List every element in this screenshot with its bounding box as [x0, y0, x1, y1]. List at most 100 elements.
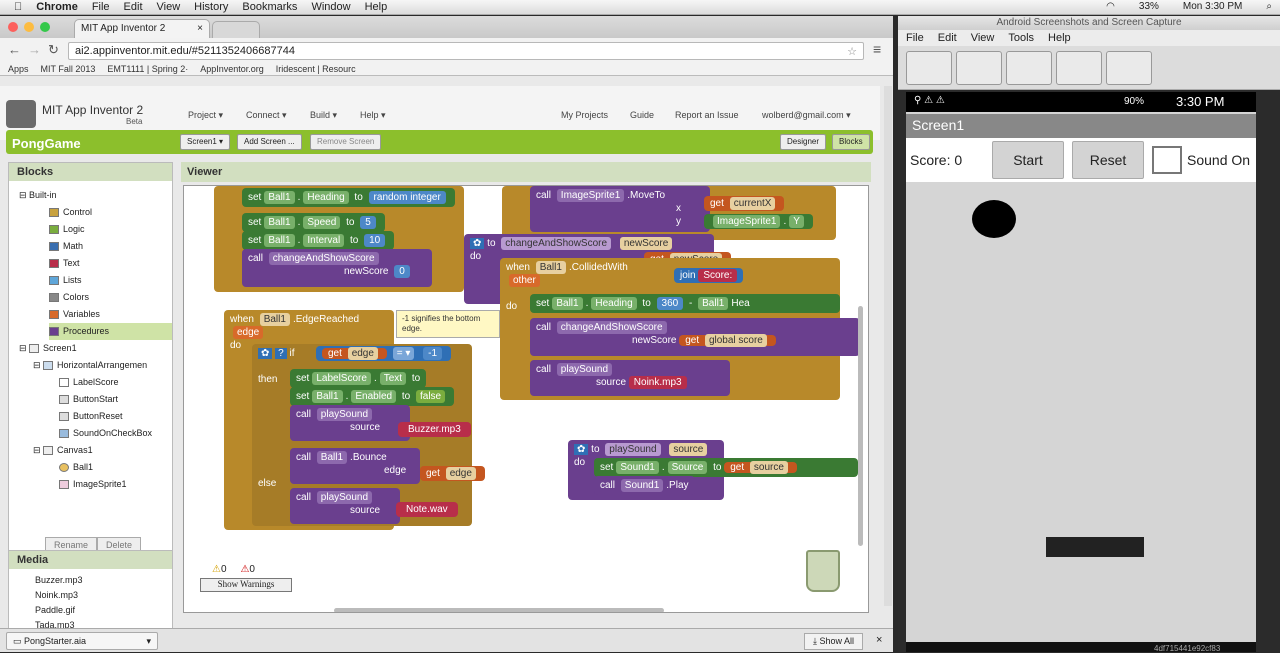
- get-edge-block[interactable]: get edge: [322, 347, 387, 360]
- tree-screen1[interactable]: ⊟ Screen1: [19, 340, 172, 357]
- category-text[interactable]: Text: [49, 255, 172, 272]
- param-newscore[interactable]: newScore: [619, 237, 673, 250]
- capture-menu-file[interactable]: File: [906, 32, 924, 44]
- battery-percent[interactable]: 33%: [1139, 1, 1159, 12]
- menu-view[interactable]: View: [157, 1, 181, 13]
- procedure-dd[interactable]: playSound: [316, 491, 373, 504]
- menu-app[interactable]: Chrome: [36, 1, 78, 13]
- variable-dd[interactable]: edge: [445, 467, 476, 480]
- bookmark-appinventor[interactable]: AppInventor.org: [200, 64, 264, 76]
- procedure-name[interactable]: changeAndShowScore: [501, 237, 612, 250]
- text-block[interactable]: Noink.mp3: [628, 376, 687, 389]
- media-file[interactable]: Paddle.gif: [35, 603, 172, 618]
- bookmark-emt[interactable]: EMT1111 | Spring 2·: [107, 64, 188, 76]
- designer-button[interactable]: Designer: [780, 134, 827, 150]
- reload-icon[interactable]: ↻: [48, 42, 59, 58]
- property-dd[interactable]: Y: [789, 215, 804, 228]
- category-lists[interactable]: Lists: [49, 272, 172, 289]
- get-edge2-block[interactable]: get edge: [420, 466, 485, 481]
- number-block[interactable]: 5: [360, 216, 376, 229]
- tab-app-inventor[interactable]: MIT App Inventor 2 ×: [74, 19, 210, 38]
- property-dd[interactable]: Heading: [303, 191, 349, 204]
- phone-start-button[interactable]: Start: [992, 141, 1064, 179]
- blocks-button[interactable]: Blocks: [832, 134, 870, 150]
- capture-menu-tools[interactable]: Tools: [1008, 32, 1034, 44]
- boolean-block[interactable]: false: [415, 390, 446, 403]
- property-dd[interactable]: Speed: [303, 216, 341, 229]
- phone-paddle[interactable]: [1046, 537, 1144, 557]
- apple-icon[interactable]: : [14, 1, 22, 13]
- workspace-h-scrollbar[interactable]: [334, 608, 664, 612]
- category-procedures[interactable]: Procedures: [49, 323, 172, 340]
- link-guide[interactable]: Guide: [630, 110, 654, 120]
- capture-menu-help[interactable]: Help: [1048, 32, 1071, 44]
- tree-builtin[interactable]: ⊟ Built-in: [19, 187, 172, 204]
- tree-soundon[interactable]: SoundOnCheckBox: [19, 425, 172, 442]
- menu-window[interactable]: Window: [311, 1, 350, 13]
- tree-buttonstart[interactable]: ButtonStart: [19, 391, 172, 408]
- bookmark-mit-fall[interactable]: MIT Fall 2013: [41, 64, 96, 76]
- menu-project[interactable]: Project ▾: [188, 110, 223, 121]
- close-download-bar-icon[interactable]: ×: [876, 634, 882, 646]
- get-source-block[interactable]: get source: [724, 461, 797, 474]
- component-dd[interactable]: Ball1: [259, 313, 290, 326]
- account-menu[interactable]: wolberd@gmail.com ▾: [762, 110, 851, 121]
- link-report-issue[interactable]: Report an Issue: [675, 110, 739, 120]
- set-enabled-block[interactable]: set Ball1. Enabled to false: [290, 387, 455, 406]
- procedure-dd[interactable]: playSound: [556, 363, 613, 376]
- operator-dd[interactable]: = ▾: [392, 347, 415, 360]
- component-dd[interactable]: Ball1: [535, 261, 566, 274]
- get-y-block[interactable]: ImageSprite1. Y: [704, 214, 813, 229]
- wifi-icon[interactable]: ◠: [1106, 1, 1115, 12]
- clock[interactable]: Mon 3:30 PM: [1183, 1, 1242, 12]
- component-dd[interactable]: Ball1: [264, 216, 295, 229]
- call-csh2-block[interactable]: call changeAndShowScore newScore get glob…: [530, 318, 860, 356]
- number-block[interactable]: 10: [364, 234, 386, 247]
- random-integer-block[interactable]: random integer: [368, 191, 446, 204]
- text-notewav[interactable]: Note.wav: [396, 502, 458, 517]
- procedure-dd[interactable]: playSound: [316, 408, 373, 421]
- set-heading2-block[interactable]: set Ball1. Heading to 360 - Ball1 Hea: [530, 294, 840, 313]
- remove-screen-button[interactable]: Remove Screen: [310, 134, 382, 150]
- folder-icon[interactable]: [1006, 51, 1052, 85]
- chrome-menu-icon[interactable]: ≡: [873, 41, 881, 57]
- param-edge[interactable]: edge: [233, 326, 264, 339]
- menu-file[interactable]: File: [92, 1, 110, 13]
- category-control[interactable]: Control: [49, 204, 172, 221]
- component-dd[interactable]: Ball1: [264, 191, 295, 204]
- media-file[interactable]: Buzzer.mp3: [35, 573, 172, 588]
- component-dd[interactable]: Ball1: [316, 451, 348, 464]
- menu-build[interactable]: Build ▾: [310, 110, 337, 121]
- variable-dd[interactable]: source: [749, 461, 788, 474]
- link-my-projects[interactable]: My Projects: [561, 110, 608, 120]
- menu-history[interactable]: History: [194, 1, 228, 13]
- blocks-workspace[interactable]: set Ball1. Heading to random integer set Ba…: [183, 185, 869, 613]
- compare-block[interactable]: get edge = ▾ -1: [316, 346, 452, 361]
- call-sound-play-block[interactable]: call Sound1 .Play: [594, 476, 695, 495]
- tree-ball1[interactable]: Ball1: [19, 459, 172, 476]
- call-moveto-block[interactable]: call ImageSprite1 .MoveTo x y: [530, 186, 710, 232]
- set-speed-block[interactable]: set Ball1. Speed to 5: [242, 213, 385, 232]
- component-dd[interactable]: Ball1: [698, 297, 729, 310]
- phone-reset-button[interactable]: Reset: [1072, 141, 1144, 179]
- menu-edit[interactable]: Edit: [124, 1, 143, 13]
- forward-icon[interactable]: →: [28, 42, 41, 57]
- variable-dd[interactable]: edge: [347, 347, 378, 360]
- procedure-dd[interactable]: changeAndShowScore: [268, 252, 379, 265]
- bookmark-apps[interactable]: Apps: [8, 64, 29, 76]
- call-playsound-note[interactable]: call playSound source: [290, 488, 400, 524]
- component-dd[interactable]: Ball1: [264, 234, 295, 247]
- call-bounce-block[interactable]: call Ball1 .Bounce edge: [290, 448, 420, 484]
- capture-menu-view[interactable]: View: [971, 32, 995, 44]
- search-icon[interactable]: ⌕: [1266, 1, 1272, 12]
- minimize-window-button[interactable]: [24, 22, 34, 32]
- param-source[interactable]: source: [669, 443, 708, 456]
- variable-dd[interactable]: currentX: [729, 197, 776, 210]
- media-file[interactable]: Noink.mp3: [35, 588, 172, 603]
- download-item[interactable]: ▭ PongStarter.aia ▾: [6, 632, 158, 650]
- property-dd[interactable]: Enabled: [351, 390, 397, 403]
- set-heading-block[interactable]: set Ball1. Heading to random integer: [242, 188, 455, 207]
- page-scrollbar[interactable]: [884, 86, 892, 606]
- menu-help-ai[interactable]: Help ▾: [360, 110, 386, 121]
- star-icon[interactable]: ☆: [847, 45, 857, 58]
